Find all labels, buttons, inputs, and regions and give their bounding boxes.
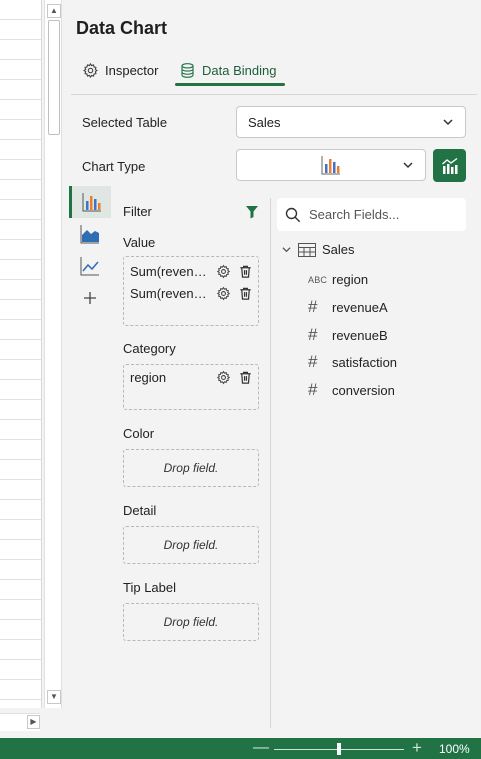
search-box[interactable] (277, 198, 466, 231)
selected-table-value: Sales (248, 114, 281, 130)
chevron-down-icon (403, 162, 413, 169)
zoom-out-button[interactable]: — (253, 740, 269, 756)
tabs-divider (71, 94, 477, 95)
rail-area-chart[interactable] (69, 218, 111, 250)
tab-label: Inspector (105, 62, 159, 78)
add-icon (84, 292, 96, 304)
scroll-thumb[interactable] (48, 20, 60, 135)
sheet-grid[interactable] (0, 0, 42, 708)
drop-placeholder: Drop field. (163, 538, 219, 552)
text-type-icon: ABC (308, 275, 328, 285)
detail-label: Detail (123, 503, 157, 518)
chart-settings-icon (441, 157, 457, 174)
chip-label: Sum(revenueA) (130, 263, 212, 279)
selected-table-label: Selected Table (82, 115, 168, 130)
drop-placeholder: Drop field. (163, 615, 219, 629)
tab-label: Data Binding (202, 62, 277, 78)
chart-type-dropdown[interactable] (236, 149, 426, 181)
rail-line-chart[interactable] (69, 250, 111, 282)
zoom-slider-thumb[interactable] (337, 743, 341, 755)
color-well[interactable]: Drop field. (123, 449, 259, 487)
scroll-down-arrow-icon[interactable]: ▼ (47, 690, 61, 704)
value-field-chip[interactable]: Sum(revenueA) (130, 260, 254, 282)
pane-divider (270, 198, 271, 728)
tip-label-label: Tip Label (123, 580, 176, 595)
gear-icon (83, 62, 98, 78)
color-label: Color (123, 426, 155, 441)
scroll-up-arrow-icon[interactable]: ▲ (47, 4, 61, 18)
detail-well[interactable]: Drop field. (123, 526, 259, 564)
active-tab-indicator (175, 83, 285, 86)
table-icon (298, 242, 316, 257)
scroll-right-arrow-icon[interactable]: ▶ (27, 715, 40, 729)
number-type-icon: # (308, 325, 318, 344)
field-name: revenueB (332, 327, 388, 343)
field-item[interactable]: # conversion (308, 380, 395, 400)
tab-data-binding[interactable]: Data Binding (179, 56, 276, 84)
chip-label: Sum(revenueB) (130, 285, 212, 301)
value-well[interactable]: Sum(revenueA) Sum(revenueB) (123, 256, 259, 326)
zoom-in-button[interactable]: + (412, 739, 422, 756)
drop-placeholder: Drop field. (163, 461, 219, 475)
category-label: Category (123, 341, 176, 356)
selected-table-dropdown[interactable]: Sales (236, 106, 466, 138)
status-bar: — + 100% (0, 738, 481, 759)
table-node-sales[interactable]: Sales (281, 242, 355, 257)
number-type-icon: # (308, 380, 318, 399)
tab-inspector[interactable]: Inspector (82, 56, 158, 84)
search-icon (285, 207, 301, 222)
value-label: Value (123, 235, 156, 250)
pane-title: Data Chart (76, 18, 168, 38)
field-name: revenueA (332, 299, 388, 315)
number-type-icon: # (308, 297, 318, 316)
gear-icon[interactable] (216, 286, 231, 301)
line-chart-icon (80, 257, 99, 276)
filter-label: Filter (123, 204, 152, 219)
chart-type-rail (69, 186, 113, 314)
field-item[interactable]: # revenueA (308, 297, 388, 317)
rail-column-chart[interactable] (69, 186, 111, 218)
chart-settings-button[interactable] (433, 149, 466, 182)
zoom-level[interactable]: 100% (439, 742, 470, 756)
vertical-scrollbar[interactable]: ▲ ▼ (44, 0, 62, 708)
filter-row: Filter (123, 204, 259, 219)
field-item[interactable]: ABC region (308, 272, 368, 287)
field-item[interactable]: # satisfaction (308, 352, 397, 372)
field-item[interactable]: # revenueB (308, 325, 388, 345)
column-chart-icon (82, 193, 101, 212)
table-name: Sales (322, 242, 355, 257)
data-chart-pane: Data Chart Inspector Data Binding Select… (63, 0, 481, 738)
field-name: region (332, 272, 369, 287)
chevron-down-icon[interactable] (281, 244, 292, 255)
field-name: satisfaction (332, 354, 398, 370)
database-icon (181, 62, 194, 78)
add-chart-button[interactable] (69, 282, 111, 314)
value-field-chip[interactable]: Sum(revenueB) (130, 282, 254, 304)
search-fields-input[interactable] (309, 207, 459, 222)
trash-icon[interactable] (238, 286, 253, 301)
chevron-down-icon (443, 119, 453, 126)
tip-label-well[interactable]: Drop field. (123, 603, 259, 641)
field-name: conversion (332, 382, 395, 398)
gear-icon[interactable] (216, 370, 231, 385)
trash-icon[interactable] (238, 264, 253, 279)
column-chart-icon (321, 156, 340, 175)
category-field-chip[interactable]: region (130, 366, 254, 388)
chart-type-label: Chart Type (82, 159, 146, 174)
number-type-icon: # (308, 352, 318, 371)
trash-icon[interactable] (238, 370, 253, 385)
category-well[interactable]: region (123, 364, 259, 410)
filter-icon[interactable] (245, 205, 259, 219)
gear-icon[interactable] (216, 264, 231, 279)
chip-label: region (130, 369, 167, 385)
area-chart-icon (80, 225, 99, 244)
